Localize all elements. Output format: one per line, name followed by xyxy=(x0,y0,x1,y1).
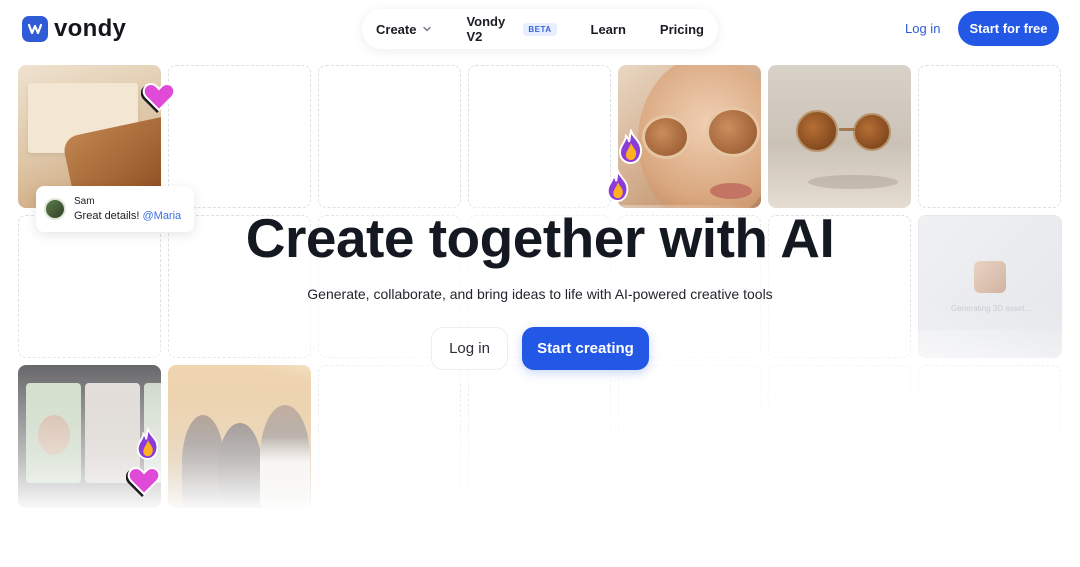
sunglasses-product-image xyxy=(768,65,911,208)
grid-cell xyxy=(468,365,611,508)
nav-vondy-v2[interactable]: Vondy V2 BETA xyxy=(466,14,557,44)
hero-subtitle: Generate, collaborate, and bring ideas t… xyxy=(307,286,773,302)
hero-title: Create together with AI xyxy=(245,207,835,269)
nav-create-label: Create xyxy=(376,21,417,37)
chevron-down-icon xyxy=(423,26,432,32)
main-nav: Create Vondy V2 BETA Learn Pricing xyxy=(362,9,718,49)
grid-cell xyxy=(468,65,611,208)
grid-cell xyxy=(318,65,461,208)
brand-logo[interactable]: vondy xyxy=(22,15,126,43)
fire-icon xyxy=(604,169,632,203)
header-login-link[interactable]: Log in xyxy=(905,21,940,36)
hero-login-button[interactable]: Log in xyxy=(431,327,508,370)
logo-icon xyxy=(22,16,48,42)
grid-cell xyxy=(318,365,461,508)
grid-cell xyxy=(918,65,1061,208)
heart-icon xyxy=(141,80,177,114)
fire-icon xyxy=(616,129,646,165)
grid-cell xyxy=(618,365,761,508)
beta-badge: BETA xyxy=(523,22,557,36)
hero-start-button[interactable]: Start creating xyxy=(522,327,649,370)
heart-icon xyxy=(126,464,162,498)
nav-vondy-v2-label: Vondy V2 xyxy=(466,14,506,44)
grid-cell xyxy=(768,365,911,508)
nav-pricing[interactable]: Pricing xyxy=(660,22,704,37)
generating-status: Generating 3D asset... xyxy=(950,304,1032,313)
group-field-image xyxy=(168,365,311,508)
brand-name: vondy xyxy=(54,15,127,42)
header-start-button[interactable]: Start for free xyxy=(958,11,1059,46)
nav-create[interactable]: Create xyxy=(376,22,432,37)
fire-icon xyxy=(134,426,162,462)
grid-cell xyxy=(918,365,1061,508)
nav-learn[interactable]: Learn xyxy=(591,22,626,37)
landing-page: Generating 3D asset... Sam Great details… xyxy=(0,0,1080,567)
